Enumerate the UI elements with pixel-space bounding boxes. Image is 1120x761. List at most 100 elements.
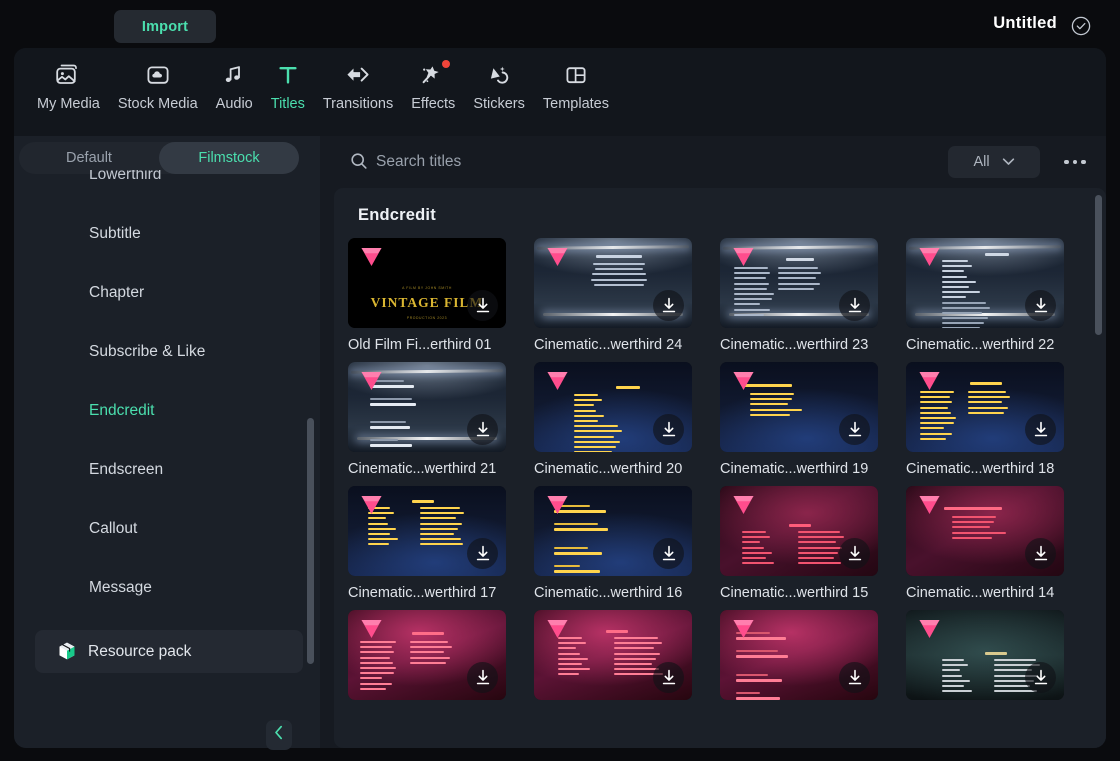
more-options-button[interactable] xyxy=(1058,152,1092,172)
download-icon[interactable] xyxy=(653,538,684,569)
title-card[interactable]: Cinematic...werthird 14 xyxy=(906,486,1092,601)
pink-diamond-icon xyxy=(917,245,942,269)
import-button[interactable]: Import xyxy=(114,10,216,43)
title-caption: Cinematic...werthird 24 xyxy=(534,337,683,353)
title-thumbnail[interactable]: A FILM BY JOHN SMITH VINTAGE FILM PRODUC… xyxy=(348,238,506,328)
title-card[interactable]: Cinematic...werthird 15 xyxy=(720,486,906,601)
sidebar-item-chapter[interactable]: Chapter xyxy=(14,263,320,322)
collapse-sidebar-button[interactable] xyxy=(266,720,292,750)
categories-sidebar: Default Filmstock Lowerthird Subtitle Ch… xyxy=(14,136,320,748)
tab-label: My Media xyxy=(37,96,100,112)
title-caption: Cinematic...werthird 20 xyxy=(534,461,683,477)
title-card[interactable] xyxy=(720,610,906,709)
more-dot xyxy=(1081,159,1086,165)
pink-diamond-icon xyxy=(917,617,942,641)
sidebar-item-endscreen[interactable]: Endscreen xyxy=(14,440,320,499)
download-icon[interactable] xyxy=(839,662,870,693)
sidebar-item-callout[interactable]: Callout xyxy=(14,499,320,558)
title-thumbnail[interactable] xyxy=(534,610,692,700)
titles-grid: A FILM BY JOHN SMITH VINTAGE FILM PRODUC… xyxy=(348,238,1092,718)
title-thumbnail[interactable] xyxy=(720,486,878,576)
title-thumbnail[interactable] xyxy=(720,610,878,700)
title-card[interactable]: Cinematic...werthird 16 xyxy=(534,486,720,601)
check-circle-icon[interactable] xyxy=(1070,15,1092,37)
tab-stock-media[interactable]: Stock Media xyxy=(109,58,207,112)
title-thumbnail[interactable] xyxy=(534,238,692,328)
titles-content-area: All Endcredit xyxy=(320,136,1106,748)
title-card[interactable]: Cinematic...werthird 24 xyxy=(534,238,720,353)
tab-my-media[interactable]: My Media xyxy=(28,58,109,112)
title-caption: Cinematic...werthird 16 xyxy=(534,585,683,601)
tab-label: Titles xyxy=(270,96,305,112)
download-icon[interactable] xyxy=(467,662,498,693)
music-note-icon xyxy=(220,58,248,92)
title-caption: Cinematic...werthird 14 xyxy=(906,585,1055,601)
download-icon[interactable] xyxy=(653,290,684,321)
title-card[interactable] xyxy=(906,610,1092,709)
search-input[interactable] xyxy=(376,150,916,174)
tab-stickers[interactable]: Stickers xyxy=(464,58,534,112)
title-thumbnail[interactable] xyxy=(720,238,878,328)
download-icon[interactable] xyxy=(653,414,684,445)
download-icon[interactable] xyxy=(839,414,870,445)
title-card[interactable]: Cinematic...werthird 19 xyxy=(720,362,906,477)
download-icon[interactable] xyxy=(467,290,498,321)
video-editor-window: Import Untitled My Media Stock Media Aud… xyxy=(0,0,1120,761)
chevron-left-icon xyxy=(274,725,284,745)
title-card[interactable]: Cinematic...werthird 20 xyxy=(534,362,720,477)
download-icon[interactable] xyxy=(467,538,498,569)
download-icon[interactable] xyxy=(1025,662,1056,693)
download-icon[interactable] xyxy=(1025,290,1056,321)
sidebar-item-message[interactable]: Message xyxy=(14,558,320,617)
title-card[interactable]: Cinematic...werthird 23 xyxy=(720,238,906,353)
title-caption: Cinematic...werthird 18 xyxy=(906,461,1055,477)
sidebar-item-subscribe-like[interactable]: Subscribe & Like xyxy=(14,322,320,381)
content-scrollbar-thumb[interactable] xyxy=(1095,195,1102,335)
title-card[interactable]: Cinematic...werthird 18 xyxy=(906,362,1092,477)
tab-titles[interactable]: Titles xyxy=(262,58,314,112)
sidebar-item-lowerthird[interactable]: Lowerthird xyxy=(14,170,320,204)
tab-transitions[interactable]: Transitions xyxy=(314,58,402,112)
title-thumbnail[interactable] xyxy=(906,486,1064,576)
sidebar-item-endcredit[interactable]: Endcredit xyxy=(14,381,320,440)
main-panel: My Media Stock Media Audio Titles Transi… xyxy=(14,48,1106,748)
pink-diamond-icon xyxy=(545,369,570,393)
title-thumbnail[interactable] xyxy=(348,362,506,452)
tab-audio[interactable]: Audio xyxy=(207,58,262,112)
title-card[interactable]: A FILM BY JOHN SMITH VINTAGE FILM PRODUC… xyxy=(348,238,534,353)
download-icon[interactable] xyxy=(653,662,684,693)
title-card[interactable]: Cinematic...werthird 17 xyxy=(348,486,534,601)
title-card[interactable]: Cinematic...werthird 22 xyxy=(906,238,1092,353)
title-thumbnail[interactable] xyxy=(906,362,1064,452)
sidebar-scrollbar-thumb[interactable] xyxy=(307,418,314,664)
title-card[interactable]: Cinematic...werthird 21 xyxy=(348,362,534,477)
title-thumbnail[interactable] xyxy=(906,610,1064,700)
tab-effects[interactable]: Effects xyxy=(402,58,464,112)
title-bar: Import Untitled xyxy=(0,0,1120,52)
title-caption: Cinematic...werthird 21 xyxy=(348,461,497,477)
pink-diamond-icon xyxy=(545,245,570,269)
sticker-sparkle-icon xyxy=(483,58,515,92)
title-thumbnail[interactable] xyxy=(534,362,692,452)
title-thumbnail[interactable] xyxy=(534,486,692,576)
title-card[interactable] xyxy=(534,610,720,709)
download-icon[interactable] xyxy=(839,538,870,569)
art-text-block xyxy=(736,632,860,700)
title-card[interactable] xyxy=(348,610,534,709)
download-icon[interactable] xyxy=(467,414,498,445)
resource-pack-button[interactable]: Resource pack xyxy=(35,630,303,673)
pink-diamond-icon xyxy=(359,493,384,517)
tab-templates[interactable]: Templates xyxy=(534,58,618,112)
title-thumbnail[interactable] xyxy=(720,362,878,452)
download-icon[interactable] xyxy=(839,290,870,321)
title-thumbnail[interactable] xyxy=(348,610,506,700)
title-thumbnail[interactable] xyxy=(348,486,506,576)
title-thumbnail[interactable] xyxy=(906,238,1064,328)
sidebar-item-subtitle[interactable]: Subtitle xyxy=(14,204,320,263)
download-icon[interactable] xyxy=(1025,414,1056,445)
tab-label: Templates xyxy=(542,96,609,112)
download-icon[interactable] xyxy=(1025,538,1056,569)
pink-diamond-icon xyxy=(731,369,756,393)
filter-dropdown[interactable]: All xyxy=(948,146,1040,178)
art-text-block xyxy=(370,380,488,452)
